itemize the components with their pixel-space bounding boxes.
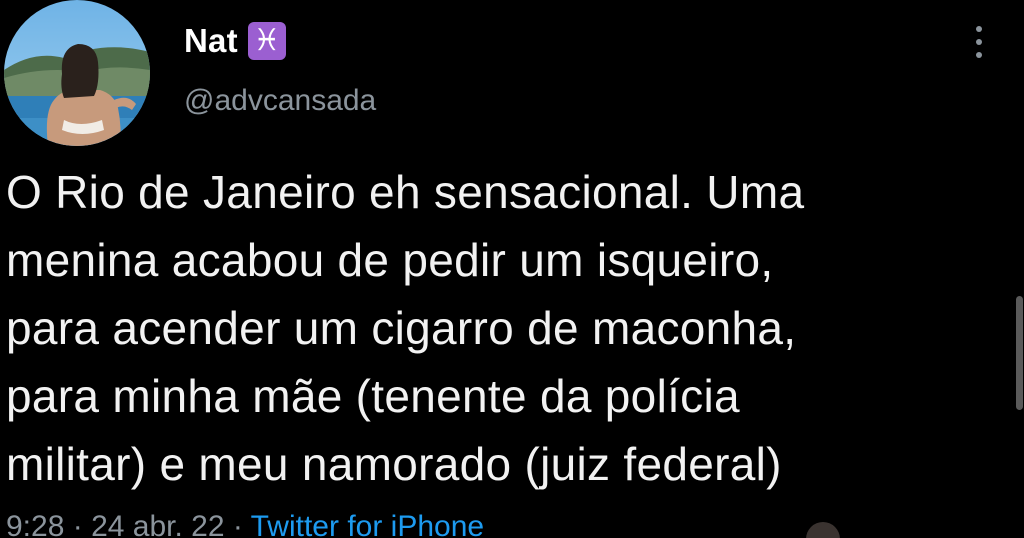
author-name-row[interactable]: Nat ♓ (184, 22, 286, 60)
meta-separator: · (64, 510, 92, 538)
more-options-button[interactable] (966, 24, 992, 60)
display-name[interactable]: Nat (184, 22, 238, 60)
profile-photo-icon (4, 0, 150, 146)
more-vertical-icon (976, 39, 982, 45)
tweet: Nat ♓ @advcansada O Rio de Janeiro eh se… (0, 0, 1024, 538)
author-handle[interactable]: @advcansada (184, 84, 376, 118)
more-vertical-icon (976, 26, 982, 32)
scrollbar[interactable] (1016, 296, 1023, 410)
avatar[interactable] (4, 0, 150, 146)
tweet-time[interactable]: 9:28 (6, 510, 64, 538)
tweet-text: O Rio de Janeiro eh sensacional. Uma men… (6, 166, 805, 490)
pisces-icon: ♓ (247, 22, 286, 60)
meta-separator: · (224, 510, 251, 538)
more-vertical-icon (976, 52, 982, 58)
tweet-source-link[interactable]: Twitter for iPhone (251, 510, 484, 538)
tweet-date[interactable]: 24 abr. 22 (91, 510, 224, 538)
tweet-metadata: 9:28 · 24 abr. 22 · Twitter for iPhone (6, 510, 484, 538)
partial-icon (806, 522, 840, 538)
